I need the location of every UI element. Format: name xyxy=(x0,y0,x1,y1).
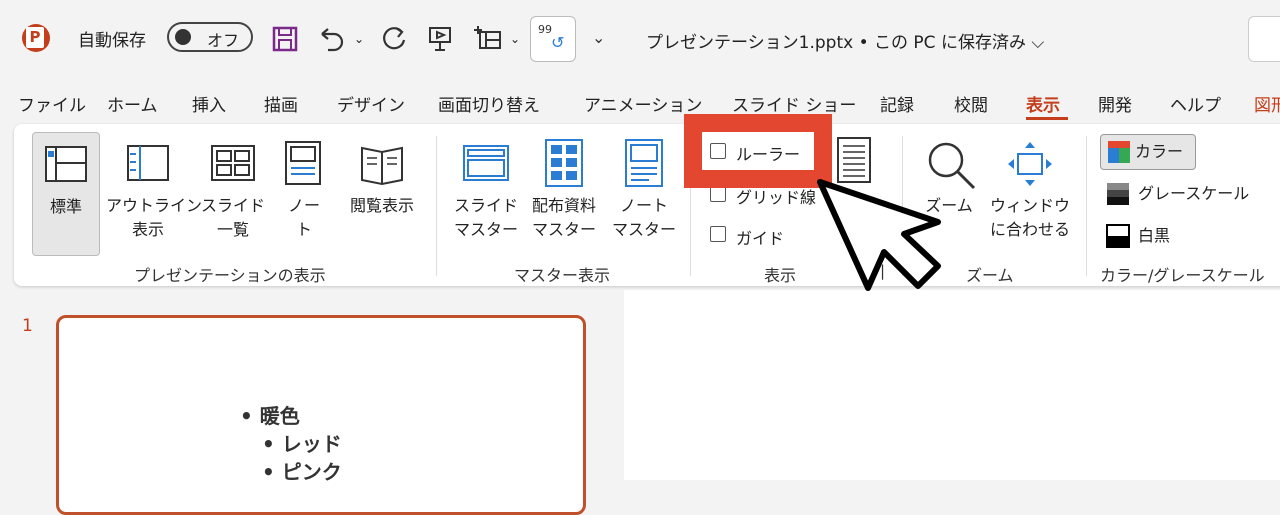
search-box[interactable] xyxy=(1248,16,1280,62)
fit-window-icon xyxy=(1008,142,1052,186)
autosave-label: 自動保存 xyxy=(78,31,146,51)
outline-view-button[interactable]: アウトライン 表示 xyxy=(106,132,203,254)
fit-label-1: ウィンドウ xyxy=(989,196,1070,215)
grayscale-icon xyxy=(1107,183,1129,205)
active-tab-underline xyxy=(1026,117,1068,120)
tab-developer[interactable]: 開発 xyxy=(1098,91,1132,116)
file-title[interactable]: プレゼンテーション1.pptx • この PC に保存済み ⌵ xyxy=(646,28,1044,53)
sorter-label-2: 一覧 xyxy=(216,220,249,239)
tab-file[interactable]: ファイル xyxy=(18,91,86,116)
slide-thumbnail[interactable] xyxy=(56,315,586,515)
tab-record[interactable]: 記録 xyxy=(880,91,914,116)
normal-view-label: 標準 xyxy=(49,197,82,216)
refresh-icon: ↺ xyxy=(551,33,565,52)
bullet-item: • レッド xyxy=(262,432,342,456)
slide-sorter-icon xyxy=(211,145,255,181)
color-swatch-icon xyxy=(1108,141,1130,163)
slide-number: 1 xyxy=(22,316,33,336)
slide-master-label-1: スライド xyxy=(453,196,518,215)
group-label-master-views: マスター表示 xyxy=(514,266,611,285)
black-white-icon xyxy=(1106,224,1130,248)
tab-home[interactable]: ホーム xyxy=(107,91,158,116)
group-label-show: 表示 xyxy=(764,266,797,285)
group-divider xyxy=(436,136,437,276)
tab-help[interactable]: ヘルプ xyxy=(1170,91,1221,116)
new-slide-icon[interactable] xyxy=(474,24,506,54)
group-divider xyxy=(1086,136,1087,276)
notes-label-2: ト xyxy=(295,220,312,239)
outline-view-icon xyxy=(127,145,169,181)
redo-icon[interactable] xyxy=(380,24,410,54)
notes-master-icon xyxy=(625,139,663,187)
sorter-label-1: スライド xyxy=(200,196,265,215)
slide-editor-area[interactable] xyxy=(624,290,1280,480)
powerpoint-logo-icon: P xyxy=(22,24,50,52)
group-label-color: カラー/グレースケール xyxy=(1100,266,1265,285)
toggle-knob-icon xyxy=(175,29,191,45)
normal-view-button[interactable]: 標準 xyxy=(32,132,100,256)
notes-master-label-1: ノート xyxy=(619,196,668,215)
group-label-zoom: ズーム xyxy=(966,266,1014,285)
tab-review[interactable]: 校閲 xyxy=(954,91,988,116)
outline-label-1: アウトライン xyxy=(106,196,203,215)
guides-checkbox[interactable] xyxy=(710,226,726,242)
color-button[interactable]: カラー xyxy=(1100,134,1196,170)
save-icon[interactable] xyxy=(272,26,298,52)
present-from-start-icon[interactable] xyxy=(426,24,456,54)
autosave-state: オフ xyxy=(207,31,240,50)
bullet-text: ピンク xyxy=(281,460,342,484)
gridlines-checkbox[interactable] xyxy=(710,186,726,202)
new-slide-dropdown-icon[interactable]: ⌄ xyxy=(510,32,520,46)
slide-sorter-button[interactable]: スライド 一覧 xyxy=(198,132,268,254)
grayscale-button[interactable]: グレースケール xyxy=(1104,180,1264,210)
guides-label: ガイド xyxy=(736,229,785,248)
ruler-checkbox[interactable] xyxy=(710,143,726,159)
ruler-label: ルーラー xyxy=(736,145,801,164)
quick-command-number: 99 xyxy=(538,23,552,36)
notes-master-button[interactable]: ノート マスター xyxy=(610,132,678,254)
undo-icon[interactable] xyxy=(318,26,348,52)
notes-label-1: ノー xyxy=(287,196,320,215)
black-white-button[interactable]: 白黒 xyxy=(1104,222,1204,252)
tab-shape-format[interactable]: 図形 xyxy=(1254,91,1280,116)
tab-transitions[interactable]: 画面切り替え xyxy=(438,91,540,116)
fit-label-2: に合わせる xyxy=(989,220,1070,239)
notes-page-icon xyxy=(285,141,321,185)
bullet-item: • 暖色 xyxy=(240,404,300,428)
color-label: カラー xyxy=(1135,142,1184,161)
undo-dropdown-icon[interactable]: ⌄ xyxy=(354,32,364,46)
handout-label-2: マスター xyxy=(531,220,596,239)
customize-qat-icon[interactable]: ⌄ xyxy=(592,28,605,47)
tab-animations[interactable]: アニメーション xyxy=(584,91,702,116)
mouse-pointer-icon xyxy=(817,179,941,291)
tab-draw[interactable]: 描画 xyxy=(264,91,298,116)
notes-page-button[interactable]: ノー ト xyxy=(274,132,334,254)
fit-to-window-button[interactable]: ウィンドウ に合わせる xyxy=(988,132,1072,254)
outline-label-2: 表示 xyxy=(131,220,164,239)
handout-label-1: 配布資料 xyxy=(531,196,596,215)
reading-view-button[interactable]: 閲覧表示 xyxy=(340,132,424,254)
slide-master-icon xyxy=(463,145,509,181)
bullet-text: 暖色 xyxy=(259,404,300,428)
reading-view-icon xyxy=(361,146,403,186)
tab-view[interactable]: 表示 xyxy=(1026,91,1060,116)
reading-view-label: 閲覧表示 xyxy=(349,196,414,215)
tab-insert[interactable]: 挿入 xyxy=(192,91,226,116)
slide-master-label-2: マスター xyxy=(453,220,518,239)
black-white-label: 白黒 xyxy=(1138,226,1171,245)
notes-master-label-2: マスター xyxy=(611,220,676,239)
quick-command-button[interactable]: 99 ↺ xyxy=(530,16,576,62)
handout-master-icon xyxy=(545,139,583,187)
bullet-item: • ピンク xyxy=(262,460,342,484)
grayscale-label: グレースケール xyxy=(1138,184,1250,203)
handout-master-button[interactable]: 配布資料 マスター xyxy=(524,132,604,254)
normal-view-icon xyxy=(45,146,87,182)
tab-slideshow[interactable]: スライド ショー xyxy=(732,91,856,116)
bullet-text: レッド xyxy=(281,432,342,456)
slide-master-button[interactable]: スライド マスター xyxy=(452,132,520,254)
group-label-presentation-views: プレゼンテーションの表示 xyxy=(134,266,326,285)
autosave-toggle[interactable]: オフ xyxy=(167,22,253,52)
tab-design[interactable]: デザイン xyxy=(337,91,405,116)
